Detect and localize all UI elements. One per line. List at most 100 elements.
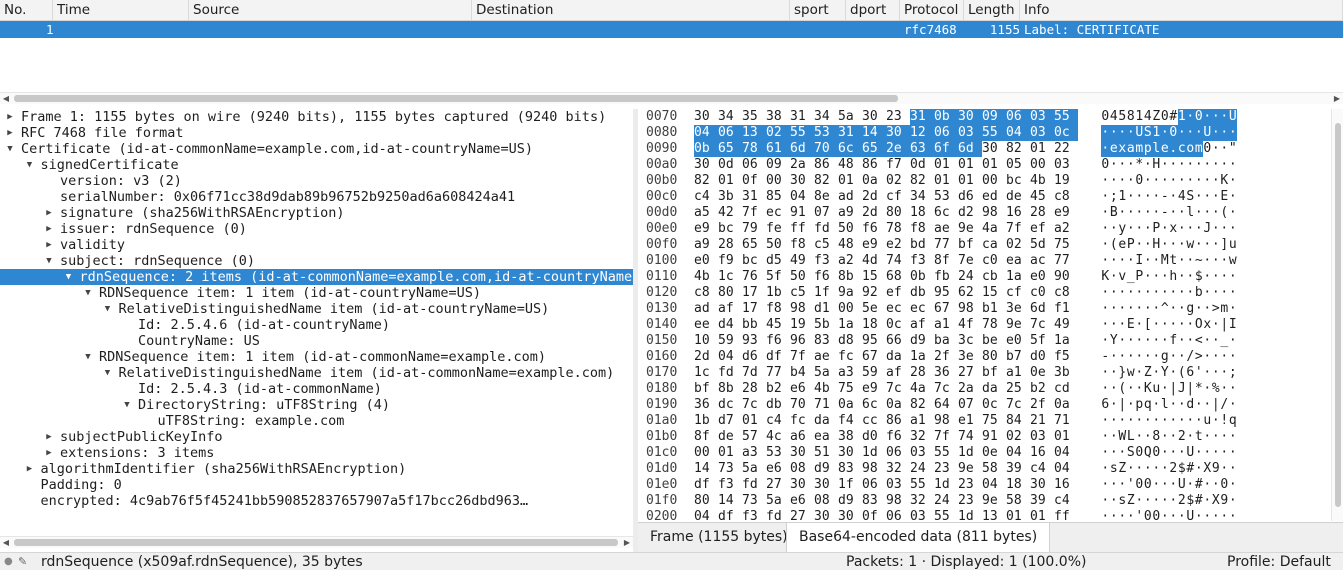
expand-arrow-right-icon[interactable]: ▶	[44, 429, 54, 445]
expand-arrow-right-icon[interactable]: ▶	[5, 125, 15, 141]
hex-ascii: ····US1·0···U···	[1101, 125, 1237, 141]
packet-bytes-pane[interactable]: 0070 30 34 35 38 31 34 5a 30 23 31 0b 30 09 06 03 55 0458…	[638, 109, 1331, 521]
tab-base64-data[interactable]: Base64-encoded data (811 bytes)	[786, 523, 1051, 552]
column-header-time[interactable]: Time	[53, 0, 189, 21]
expand-arrow-right-icon[interactable]: ▶	[25, 461, 35, 477]
cell-destination	[472, 21, 790, 38]
tree-item[interactable]: ▼ signedCertificate	[0, 157, 633, 173]
expert-info-icon[interactable]: ●	[4, 553, 13, 570]
expand-arrow-right-icon[interactable]: ▶	[44, 205, 54, 221]
tree-item[interactable]: ▼ subject: rdnSequence (0)	[0, 253, 633, 269]
expand-arrow-right-icon[interactable]: ▶	[44, 237, 54, 253]
tree-item[interactable]: Padding: 0	[0, 477, 633, 493]
tree-item[interactable]: ▶ Frame 1: 1155 bytes on wire (9240 bits)…	[0, 109, 633, 125]
column-header-protocol[interactable]: Protocol	[900, 0, 964, 21]
column-header-no[interactable]: No.	[0, 0, 53, 21]
hex-ascii: ···S0Q0···U·····	[1101, 445, 1237, 460]
tree-item[interactable]: Id: 2.5.4.6 (id-at-countryName)	[0, 317, 633, 333]
tree-item[interactable]: ▼ RDNSequence item: 1 item (id-at-country…	[0, 285, 633, 301]
hex-offset: 01b0	[646, 429, 678, 444]
expand-arrow-down-icon[interactable]: ▼	[103, 365, 113, 381]
cell-info: Label: CERTIFICATE	[1024, 22, 1160, 37]
scroll-thumb[interactable]	[14, 95, 898, 102]
hex-bytes: e0 f9 bc d5 49 f3 a2 4d 74 f3 8f 7e c0 ea ac 77	[694, 253, 1070, 268]
hex-offset: 01d0	[646, 461, 678, 476]
edit-comment-icon[interactable]: ✎	[18, 553, 27, 570]
hex-bytes: e9 bc 79 fe ff fd 50 f6 78 f8 ae 9e 4a 7f ef a2	[694, 221, 1070, 236]
tree-item-label: Id: 2.5.4.6 (id-at-countryName)	[138, 317, 390, 333]
hex-offset: 01c0	[646, 445, 678, 460]
tree-item[interactable]: ▼ rdnSequence: 2 items (id-at-commonName=…	[0, 269, 633, 285]
cell-source	[189, 21, 472, 38]
scroll-thumb[interactable]	[1335, 123, 1341, 507]
hex-offset: 0140	[646, 317, 678, 332]
packet-row-selected[interactable]: 1 rfc7468 1155 Label: CERTIFICATE	[0, 21, 1343, 38]
tree-item[interactable]: ▶ RFC 7468 file format	[0, 125, 633, 141]
hex-ascii: ··y···P·x···J···	[1101, 221, 1237, 236]
expand-arrow-right-icon[interactable]: ▶	[44, 221, 54, 237]
status-profile[interactable]: Profile: Default	[1227, 553, 1331, 570]
bytes-tabs: Frame (1155 bytes) Base64-encoded data (…	[638, 522, 1343, 552]
packet-list-hscrollbar[interactable]: ◀ ▶	[0, 92, 1343, 104]
scroll-thumb[interactable]	[14, 539, 618, 546]
scroll-right-icon[interactable]: ▶	[621, 537, 633, 549]
hex-ascii: ··(··Ku·|J|*·%··	[1101, 381, 1237, 396]
tree-item[interactable]: ▶ issuer: rdnSequence (0)	[0, 221, 633, 237]
column-header-dport[interactable]: dport	[846, 0, 900, 21]
column-header-length[interactable]: Length	[964, 0, 1020, 21]
hex-bytes: c4 3b 31 85 04 8e ad 2d cf 34 53 d6 ed de 45 c8	[694, 189, 1070, 204]
column-header-source[interactable]: Source	[189, 0, 472, 21]
tree-item[interactable]: ▶ algorithmIdentifier (sha256WithRSAEncry…	[0, 461, 633, 477]
tree-item[interactable]: Id: 2.5.4.3 (id-at-commonName)	[0, 381, 633, 397]
expand-arrow-right-icon[interactable]: ▶	[5, 109, 15, 125]
tree-item[interactable]: uTF8String: example.com	[0, 413, 633, 429]
hex-ascii: ·example.com0··"	[1101, 141, 1237, 157]
tree-item[interactable]: version: v3 (2)	[0, 173, 633, 189]
tree-item[interactable]: ▼ RDNSequence item: 1 item (id-at-commonN…	[0, 349, 633, 365]
hex-offset: 0110	[646, 269, 678, 284]
bytes-vscrollbar[interactable]	[1331, 109, 1343, 521]
tree-item-label: extensions: 3 items	[60, 445, 215, 461]
hex-ascii: ····0·········K·	[1101, 173, 1237, 188]
expand-arrow-down-icon[interactable]: ▼	[5, 141, 15, 157]
column-header-destination[interactable]: Destination	[472, 0, 790, 21]
tree-item-label: DirectoryString: uTF8String (4)	[138, 397, 390, 413]
expand-arrow-down-icon[interactable]: ▼	[44, 253, 54, 269]
tree-item[interactable]: ▶ extensions: 3 items	[0, 445, 633, 461]
expand-arrow-right-icon[interactable]: ▶	[44, 445, 54, 461]
packet-details-tree[interactable]: ▶ Frame 1: 1155 bytes on wire (9240 bits)…	[0, 109, 633, 536]
expand-arrow-down-icon[interactable]: ▼	[83, 285, 93, 301]
tree-item-label: issuer: rdnSequence (0)	[60, 221, 247, 237]
hex-ascii: ··sZ·····2$#·X9·	[1101, 493, 1237, 508]
hex-bytes: 00 01 a3 53 30 51 30 1d 06 03 55 1d 0e 04 16 04	[694, 445, 1070, 460]
tree-item[interactable]: serialNumber: 0x06f71cc38d9dab89b96752b9…	[0, 189, 633, 205]
hex-ascii: ····I··Mt··~···w	[1101, 253, 1237, 268]
expand-arrow-down-icon[interactable]: ▼	[25, 157, 35, 173]
column-header-sport[interactable]: sport	[790, 0, 846, 21]
expand-arrow-down-icon[interactable]: ▼	[103, 301, 113, 317]
packet-list[interactable]: No. Time Source Destination sport dport Protoc…	[0, 0, 1343, 92]
expand-arrow-down-icon[interactable]: ▼	[83, 349, 93, 365]
tree-hscrollbar[interactable]: ◀ ▶	[0, 536, 633, 548]
tree-item[interactable]: CountryName: US	[0, 333, 633, 349]
tree-item[interactable]: ▼ Certificate (id-at-commonName=example.c…	[0, 141, 633, 157]
tab-frame-bytes[interactable]: Frame (1155 bytes)	[638, 523, 800, 552]
tree-item[interactable]: ▶ validity	[0, 237, 633, 253]
hex-ascii: ···E·[·····Ox·|I	[1101, 317, 1237, 332]
hex-ascii: ·sZ·····2$#·X9··	[1101, 461, 1237, 476]
expand-arrow-down-icon[interactable]: ▼	[122, 397, 132, 413]
tree-item[interactable]: ▶ signature (sha256WithRSAEncryption)	[0, 205, 633, 221]
tree-item[interactable]: ▶ subjectPublicKeyInfo	[0, 429, 633, 445]
packet-list-header: No. Time Source Destination sport dport Protoc…	[0, 0, 1343, 21]
tree-item-label: validity	[60, 237, 126, 253]
scroll-left-icon[interactable]: ◀	[0, 537, 12, 549]
tree-item[interactable]: ▼ RelativeDistinguishedName item (id-at-c…	[0, 301, 633, 317]
tree-item[interactable]: ▼ RelativeDistinguishedName item (id-at-c…	[0, 365, 633, 381]
expand-arrow-down-icon[interactable]: ▼	[64, 269, 74, 285]
tree-item[interactable]: ▼ DirectoryString: uTF8String (4)	[0, 397, 633, 413]
column-header-info[interactable]: Info	[1020, 0, 1343, 21]
tree-item-label: rdnSequence: 2 items (id-at-commonName=e…	[79, 269, 633, 285]
scroll-right-icon[interactable]: ▶	[1331, 93, 1343, 105]
scroll-left-icon[interactable]: ◀	[0, 93, 12, 105]
tree-item[interactable]: encrypted: 4c9ab76f5f45241bb590852837657…	[0, 493, 633, 509]
